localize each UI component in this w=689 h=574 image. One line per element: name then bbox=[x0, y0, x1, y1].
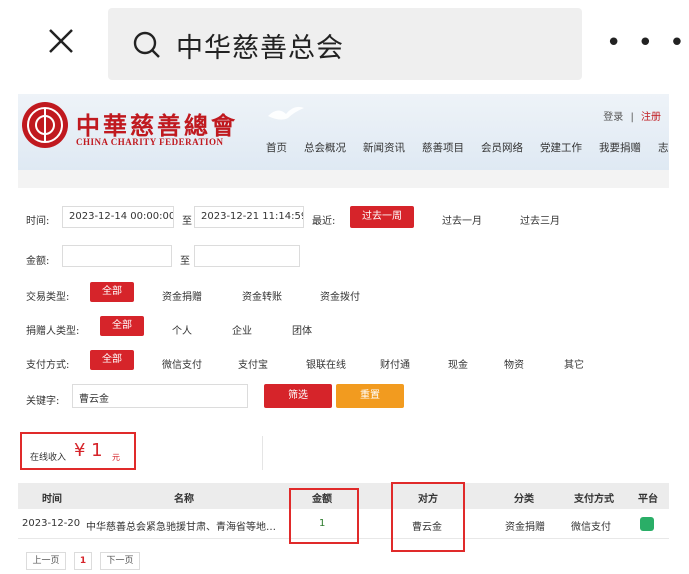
nav-donate[interactable]: 我要捐赠 bbox=[599, 140, 641, 155]
pay-wechat-option[interactable]: 微信支付 bbox=[162, 356, 202, 371]
pay-goods-option[interactable]: 物资 bbox=[504, 356, 524, 371]
pay-method-label: 支付方式: bbox=[26, 360, 70, 371]
site-header: 中華慈善總會 CHINA CHARITY FEDERATION 登录 | 注册 … bbox=[18, 94, 669, 170]
trade-type-disburse-option[interactable]: 资金拨付 bbox=[320, 288, 360, 303]
recent-label: 最近: bbox=[312, 216, 336, 227]
close-icon[interactable] bbox=[46, 26, 76, 56]
main-nav: 首页 总会概况 新闻资讯 慈善项目 会员网络 党建工作 我要捐赠 志 bbox=[266, 140, 686, 155]
to-label: 至 bbox=[182, 216, 192, 227]
time-label: 时间: bbox=[26, 216, 50, 227]
col-platform: 平台 bbox=[638, 494, 658, 505]
start-time-input[interactable]: 2023-12-14 00:00:00 bbox=[62, 206, 174, 228]
col-time: 时间 bbox=[42, 494, 62, 505]
nav-party[interactable]: 党建工作 bbox=[540, 140, 582, 155]
login-link[interactable]: 登录 bbox=[603, 112, 623, 123]
account-links: 登录 | 注册 bbox=[603, 108, 661, 123]
page-1-button[interactable]: 1 bbox=[74, 552, 92, 570]
online-income-unit: 元 bbox=[112, 453, 120, 462]
nav-more[interactable]: 志 bbox=[658, 140, 669, 155]
logo-seal-icon[interactable] bbox=[20, 100, 70, 150]
amount-to-label: 至 bbox=[180, 256, 190, 267]
amount-label: 金额: bbox=[26, 256, 50, 267]
pay-other-option[interactable]: 其它 bbox=[564, 356, 584, 371]
recent-week-button[interactable]: 过去一周 bbox=[350, 206, 414, 228]
start-time-value: 2023-12-14 00:00:00 bbox=[69, 211, 174, 222]
row-category: 资金捐赠 bbox=[505, 522, 545, 533]
nav-about[interactable]: 总会概况 bbox=[304, 140, 346, 155]
end-time-input[interactable]: 2023-12-21 11:14:59 bbox=[194, 206, 304, 228]
nav-news[interactable]: 新闻资讯 bbox=[363, 140, 405, 155]
amount-min-input[interactable] bbox=[62, 245, 172, 267]
counterparty-highlight-box bbox=[391, 482, 465, 552]
pay-tenpay-option[interactable]: 财付通 bbox=[380, 356, 410, 371]
more-menu-icon[interactable]: • • • bbox=[606, 28, 689, 58]
donor-type-all-button[interactable]: 全部 bbox=[100, 316, 144, 336]
link-divider: | bbox=[630, 112, 634, 123]
pay-alipay-option[interactable]: 支付宝 bbox=[238, 356, 268, 371]
col-category: 分类 bbox=[514, 494, 534, 505]
recent-three-months-option[interactable]: 过去三月 bbox=[520, 212, 560, 227]
row-pay-method: 微信支付 bbox=[571, 522, 611, 533]
trade-type-all-button[interactable]: 全部 bbox=[90, 282, 134, 302]
nav-members[interactable]: 会员网络 bbox=[481, 140, 523, 155]
amount-max-input[interactable] bbox=[194, 245, 300, 267]
register-link[interactable]: 注册 bbox=[641, 112, 661, 123]
keyword-input[interactable]: 曹云金 bbox=[72, 384, 248, 408]
pay-method-all-button[interactable]: 全部 bbox=[90, 350, 134, 370]
end-time-value: 2023-12-21 11:14:59 bbox=[201, 211, 304, 222]
trade-type-transfer-option[interactable]: 资金转账 bbox=[242, 288, 282, 303]
row-time: 2023-12-20 bbox=[22, 518, 81, 529]
recent-month-option[interactable]: 过去一月 bbox=[442, 212, 482, 227]
donor-type-company-option[interactable]: 企业 bbox=[232, 322, 252, 337]
wechat-icon bbox=[640, 517, 654, 531]
filter-button[interactable]: 筛选 bbox=[264, 384, 332, 408]
logo-chinese-name: 中華慈善總會 bbox=[76, 111, 238, 140]
online-income-amount: ¥ 1 bbox=[74, 440, 103, 461]
pay-cash-option[interactable]: 现金 bbox=[448, 356, 468, 371]
online-income-label: 在线收入 bbox=[30, 453, 67, 463]
prev-page-button[interactable]: 上一页 bbox=[26, 552, 66, 570]
next-page-button[interactable]: 下一页 bbox=[100, 552, 140, 570]
col-name: 名称 bbox=[174, 494, 194, 505]
amount-highlight-box bbox=[289, 488, 359, 544]
donor-type-individual-option[interactable]: 个人 bbox=[172, 322, 192, 337]
pay-unionpay-option[interactable]: 银联在线 bbox=[306, 356, 346, 371]
donor-type-label: 捐赠人类型: bbox=[26, 326, 80, 337]
search-query: 中华慈善总会 bbox=[176, 33, 344, 64]
nav-projects[interactable]: 慈善项目 bbox=[422, 140, 464, 155]
donor-type-group-option[interactable]: 团体 bbox=[292, 322, 312, 337]
dove-icon bbox=[268, 106, 304, 120]
reset-button[interactable]: 重置 bbox=[336, 384, 404, 408]
search-bar[interactable]: 中华慈善总会 bbox=[108, 8, 582, 80]
logo-english-name: CHINA CHARITY FEDERATION bbox=[76, 137, 224, 147]
section-separator bbox=[18, 170, 669, 188]
income-divider bbox=[262, 436, 263, 470]
search-icon bbox=[133, 31, 160, 58]
trade-type-label: 交易类型: bbox=[26, 292, 70, 303]
browser-top-bar: 中华慈善总会 • • • bbox=[0, 0, 689, 84]
nav-home[interactable]: 首页 bbox=[266, 140, 287, 155]
online-income-box: 在线收入 ¥ 1 元 bbox=[20, 432, 136, 470]
row-name[interactable]: 中华慈善总会紧急驰援甘肃、青海省等地区... bbox=[86, 518, 282, 533]
keyword-value: 曹云金 bbox=[79, 394, 109, 405]
trade-type-donation-option[interactable]: 资金捐赠 bbox=[162, 288, 202, 303]
keyword-label: 关键字: bbox=[26, 396, 60, 407]
col-pay-method: 支付方式 bbox=[574, 494, 614, 505]
